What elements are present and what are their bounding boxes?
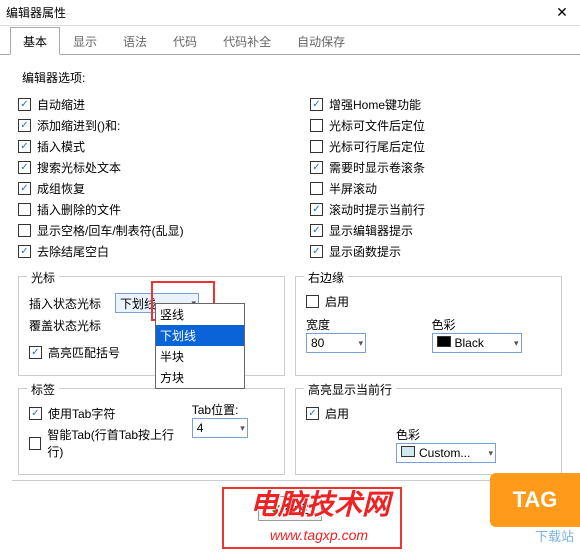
right-opt-label-6: 显示编辑器提示 (329, 222, 413, 239)
cursor-opt-1[interactable]: 下划线 (156, 325, 244, 346)
tab-pos-combo[interactable]: 4 ▾ (192, 418, 248, 438)
tab-pos-label: Tab位置: (192, 401, 274, 418)
insert-cursor-value: 下划线 (120, 295, 156, 312)
margin-color-value: Black (455, 336, 484, 350)
watermark-url: www.tagxp.com (270, 527, 368, 543)
tag-sub: 下载站 (535, 526, 574, 545)
right-opt-label-3: 需要时显示卷滚条 (329, 159, 425, 176)
margin-color-combo[interactable]: Black ▾ (432, 333, 522, 353)
tab-autosave[interactable]: 自动保存 (284, 27, 358, 55)
hl-color-label: 色彩 (396, 426, 551, 443)
tab-complete[interactable]: 代码补全 (210, 27, 284, 55)
cursor-group-title: 光标 (27, 269, 59, 286)
tab-syntax[interactable]: 语法 (110, 27, 160, 55)
right-opt-checkbox-3[interactable]: ✓ (310, 161, 323, 174)
margin-color-label: 色彩 (432, 316, 552, 333)
cursor-opt-2[interactable]: 半块 (156, 346, 244, 367)
left-opt-label-5: 插入删除的文件 (37, 201, 121, 218)
left-opt-label-1: 添加缩进到()和: (37, 117, 120, 134)
editor-options-label: 编辑器选项: (22, 69, 562, 86)
right-opt-checkbox-7[interactable]: ✓ (310, 245, 323, 258)
left-opt-checkbox-5[interactable] (18, 203, 31, 216)
left-opt-label-7: 去除结尾空白 (37, 243, 109, 260)
highlight-brackets-label: 高亮匹配括号 (48, 344, 120, 361)
left-opt-checkbox-1[interactable]: ✓ (18, 119, 31, 132)
left-opt-checkbox-2[interactable]: ✓ (18, 140, 31, 153)
left-opt-label-3: 搜索光标处文本 (37, 159, 121, 176)
divider (12, 480, 568, 481)
left-opt-checkbox-7[interactable]: ✓ (18, 245, 31, 258)
right-opt-label-4: 半屏滚动 (329, 180, 377, 197)
chevron-down-icon: ▾ (488, 448, 493, 459)
tab-bar: 基本 显示 语法 代码 代码补全 自动保存 (0, 26, 580, 55)
smart-tab-checkbox[interactable] (29, 437, 41, 450)
hl-enable-label: 启用 (325, 405, 349, 422)
tag-badge: TAG (490, 473, 580, 527)
right-opt-label-2: 光标可行尾后定位 (329, 138, 425, 155)
color-swatch-custom (401, 446, 415, 457)
left-opt-label-6: 显示空格/回车/制表符(乱显) (37, 222, 184, 239)
tab-pos-value: 4 (197, 421, 204, 435)
watermark-brand: 电脑技术网 (250, 483, 390, 523)
right-opt-label-7: 显示函数提示 (329, 243, 401, 260)
insert-cursor-label: 插入状态光标 (29, 295, 109, 312)
right-opt-label-1: 光标可文件后定位 (329, 117, 425, 134)
highlight-brackets-checkbox[interactable]: ✓ (29, 346, 42, 359)
overwrite-cursor-label: 覆盖状态光标 (29, 317, 109, 334)
highlight-line-group-title: 高亮显示当前行 (304, 381, 396, 398)
hl-enable-checkbox[interactable]: ✓ (306, 407, 319, 420)
left-opt-checkbox-0[interactable]: ✓ (18, 98, 31, 111)
cursor-dropdown[interactable]: 竖线 下划线 半块 方块 (155, 303, 245, 389)
close-icon[interactable]: ✕ (550, 4, 574, 21)
smart-tab-label: 智能Tab(行首Tab按上行行) (47, 426, 181, 460)
tab-code[interactable]: 代码 (160, 27, 210, 55)
margin-enable-checkbox[interactable] (306, 295, 319, 308)
chevron-down-icon: ▾ (358, 338, 363, 349)
chevron-down-icon: ▾ (240, 423, 245, 434)
margin-enable-label: 启用 (325, 293, 349, 310)
window-title: 编辑器属性 (6, 4, 550, 21)
hl-color-combo[interactable]: Custom... ▾ (396, 443, 496, 463)
hl-color-value: Custom... (419, 446, 470, 460)
margin-width-combo[interactable]: 80 ▾ (306, 333, 366, 353)
use-tab-label: 使用Tab字符 (48, 405, 115, 422)
use-tab-checkbox[interactable]: ✓ (29, 407, 42, 420)
right-margin-group-title: 右边缘 (304, 269, 348, 286)
chevron-down-icon: ▾ (514, 338, 519, 349)
left-opt-checkbox-6[interactable] (18, 224, 31, 237)
margin-width-label: 宽度 (306, 316, 426, 333)
tab-basic[interactable]: 基本 (10, 27, 60, 55)
tabs-group-title: 标签 (27, 381, 59, 398)
left-opt-checkbox-4[interactable]: ✓ (18, 182, 31, 195)
cursor-opt-0[interactable]: 竖线 (156, 304, 244, 325)
right-opt-checkbox-1[interactable] (310, 119, 323, 132)
right-opt-label-0: 增强Home键功能 (329, 96, 421, 113)
left-opt-label-2: 插入模式 (37, 138, 85, 155)
left-opt-checkbox-3[interactable]: ✓ (18, 161, 31, 174)
color-swatch-black (437, 336, 451, 347)
tab-display[interactable]: 显示 (60, 27, 110, 55)
right-opt-checkbox-6[interactable]: ✓ (310, 224, 323, 237)
left-opt-label-0: 自动缩进 (37, 96, 85, 113)
left-opt-label-4: 成组恢复 (37, 180, 85, 197)
right-opt-checkbox-0[interactable]: ✓ (310, 98, 323, 111)
cursor-opt-3[interactable]: 方块 (156, 367, 244, 388)
right-opt-checkbox-4[interactable] (310, 182, 323, 195)
margin-width-value: 80 (311, 336, 324, 350)
right-opt-checkbox-2[interactable] (310, 140, 323, 153)
right-opt-label-5: 滚动时提示当前行 (329, 201, 425, 218)
right-opt-checkbox-5[interactable]: ✓ (310, 203, 323, 216)
